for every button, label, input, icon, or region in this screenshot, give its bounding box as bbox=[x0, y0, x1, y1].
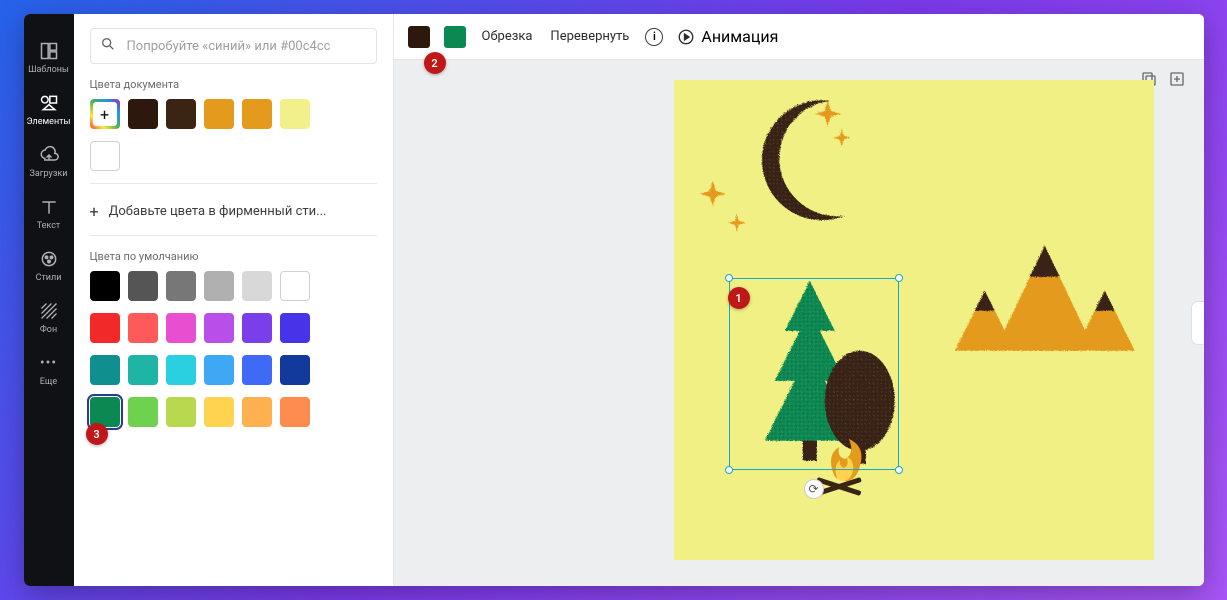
default-swatch[interactable] bbox=[128, 355, 158, 385]
search-wrap bbox=[90, 28, 377, 64]
nav-more[interactable]: ••• Еще bbox=[24, 344, 74, 396]
nav-label: Текст bbox=[37, 221, 61, 231]
nav-templates[interactable]: Шаблоны bbox=[24, 32, 74, 84]
default-swatch[interactable] bbox=[280, 397, 310, 427]
flip-button[interactable]: Перевернуть bbox=[548, 25, 631, 48]
add-brand-colors-button[interactable]: + Добавьте цвета в фирменный сти... bbox=[90, 198, 377, 225]
doc-swatch[interactable] bbox=[280, 99, 310, 129]
color-panel: Цвета документа + + Добавьте цвета в фир… bbox=[74, 14, 394, 586]
default-row-4: 3 bbox=[90, 397, 377, 427]
default-swatch[interactable] bbox=[90, 313, 120, 343]
add-page-icon[interactable] bbox=[1168, 70, 1186, 88]
default-swatch[interactable] bbox=[90, 271, 120, 301]
element-toolbar: Обрезка Перевернуть i Анимация 2 bbox=[394, 14, 1204, 60]
default-row-3 bbox=[90, 355, 377, 385]
nav-label: Шаблоны bbox=[28, 65, 69, 75]
default-swatch[interactable] bbox=[280, 313, 310, 343]
add-color-button[interactable]: + bbox=[90, 99, 120, 129]
info-button[interactable]: i bbox=[645, 28, 663, 46]
nav-styles[interactable]: Стили bbox=[24, 240, 74, 292]
default-swatch[interactable] bbox=[128, 313, 158, 343]
doc-swatch[interactable] bbox=[128, 99, 158, 129]
doc-swatch[interactable] bbox=[90, 141, 120, 171]
nav-label: Фон bbox=[40, 325, 57, 335]
nav-uploads[interactable]: Загрузки bbox=[24, 136, 74, 188]
default-swatch[interactable] bbox=[166, 397, 196, 427]
nav-background[interactable]: Фон bbox=[24, 292, 74, 344]
animation-button[interactable]: Анимация bbox=[677, 27, 778, 46]
text-icon bbox=[39, 197, 59, 217]
doc-swatch[interactable] bbox=[242, 99, 272, 129]
default-swatch[interactable] bbox=[204, 271, 234, 301]
doc-swatch[interactable] bbox=[204, 99, 234, 129]
nav-label: Еще bbox=[40, 377, 57, 387]
default-swatch[interactable] bbox=[90, 355, 120, 385]
default-swatch[interactable] bbox=[166, 313, 196, 343]
annotation-badge-3: 3 bbox=[86, 423, 108, 445]
app-frame: Шаблоны Элементы Загрузки Текст Стили bbox=[24, 14, 1204, 586]
design-canvas[interactable]: ⟳ 1 bbox=[674, 80, 1154, 560]
doc-colors-label: Цвета документа bbox=[90, 78, 377, 91]
default-swatch[interactable] bbox=[280, 355, 310, 385]
plus-icon: + bbox=[90, 202, 99, 221]
nav-rail: Шаблоны Элементы Загрузки Текст Стили bbox=[24, 14, 74, 586]
color-chip-2[interactable] bbox=[444, 26, 466, 48]
nav-text[interactable]: Текст bbox=[24, 188, 74, 240]
background-icon bbox=[39, 301, 59, 321]
color-search-input[interactable] bbox=[90, 28, 377, 64]
default-swatch[interactable] bbox=[128, 271, 158, 301]
more-icon: ••• bbox=[39, 353, 59, 373]
doc-swatch[interactable] bbox=[166, 99, 196, 129]
default-colors-label: Цвета по умолчанию bbox=[90, 250, 377, 263]
templates-icon bbox=[39, 41, 59, 61]
color-chip-1[interactable] bbox=[408, 26, 430, 48]
divider bbox=[90, 183, 377, 184]
animation-label: Анимация bbox=[701, 27, 778, 46]
divider bbox=[90, 235, 377, 236]
main-area: Обрезка Перевернуть i Анимация 2 bbox=[394, 14, 1204, 586]
animation-icon bbox=[677, 28, 695, 46]
default-row-1 bbox=[90, 271, 377, 301]
nav-label: Стили bbox=[36, 273, 62, 283]
default-swatch[interactable] bbox=[204, 355, 234, 385]
default-swatch[interactable] bbox=[242, 355, 272, 385]
nav-label: Элементы bbox=[27, 117, 71, 127]
styles-icon bbox=[39, 249, 59, 269]
annotation-badge-2: 2 bbox=[424, 52, 446, 74]
default-swatch[interactable] bbox=[166, 355, 196, 385]
elements-icon bbox=[39, 93, 59, 113]
default-swatch[interactable] bbox=[204, 397, 234, 427]
default-row-2 bbox=[90, 313, 377, 343]
doc-colors-row: + bbox=[90, 99, 377, 129]
default-swatch[interactable] bbox=[204, 313, 234, 343]
nav-elements[interactable]: Элементы bbox=[24, 84, 74, 136]
doc-colors-row2 bbox=[90, 141, 377, 171]
default-swatch[interactable] bbox=[128, 397, 158, 427]
next-page-handle[interactable] bbox=[1191, 301, 1204, 345]
crop-button[interactable]: Обрезка bbox=[480, 25, 535, 48]
brand-add-label: Добавьте цвета в фирменный сти... bbox=[109, 204, 327, 219]
canvas-artwork bbox=[674, 80, 1154, 560]
uploads-icon bbox=[39, 145, 59, 165]
default-swatch[interactable] bbox=[280, 271, 310, 301]
search-icon bbox=[100, 36, 116, 56]
default-swatch[interactable] bbox=[242, 313, 272, 343]
default-swatch[interactable] bbox=[242, 397, 272, 427]
default-swatch[interactable] bbox=[242, 271, 272, 301]
canvas-viewport[interactable]: ⟳ 1 bbox=[394, 60, 1204, 586]
nav-label: Загрузки bbox=[30, 169, 68, 179]
default-swatch[interactable] bbox=[166, 271, 196, 301]
